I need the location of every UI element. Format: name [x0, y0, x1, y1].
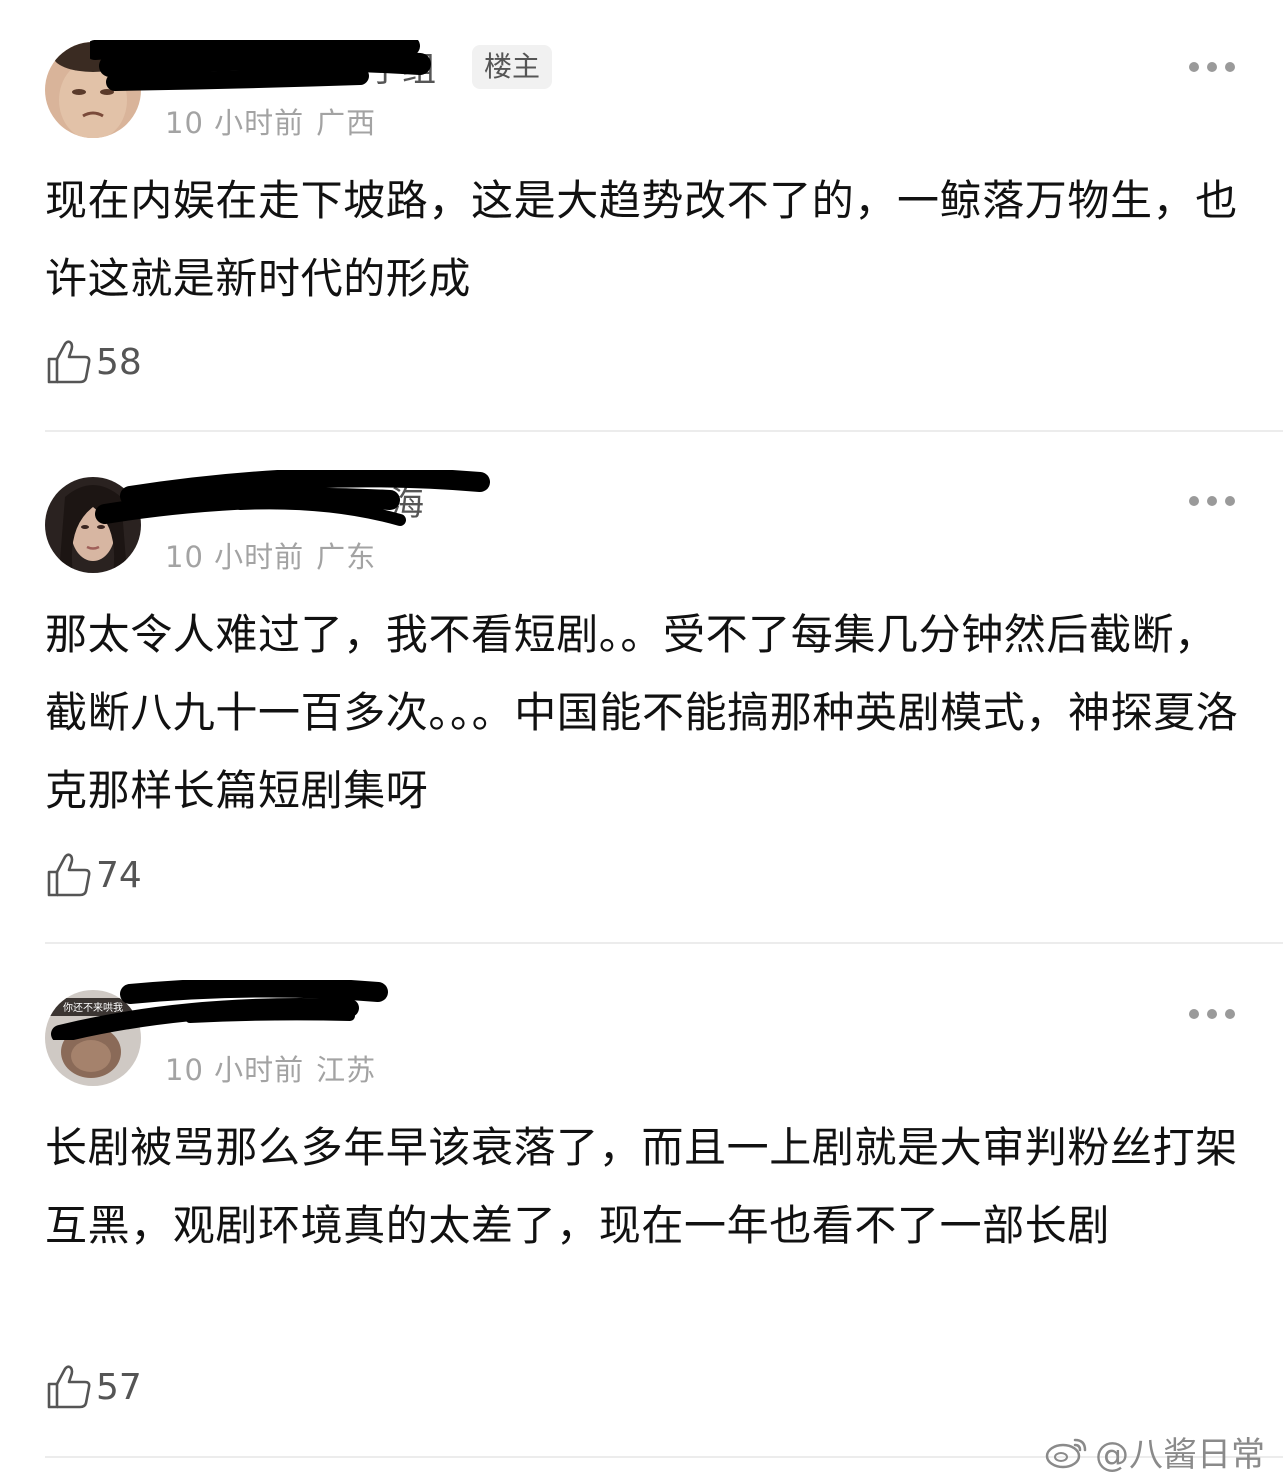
- redaction-scribble: [90, 40, 431, 91]
- like-button[interactable]: 74: [46, 850, 142, 900]
- comment-time: 10 小时前: [165, 1053, 305, 1087]
- like-count: 74: [96, 854, 142, 896]
- username-area[interactable]: 海: [90, 470, 490, 530]
- watermark-text: @八酱日常: [1095, 1435, 1265, 1475]
- watermark: @八酱日常: [1045, 1427, 1265, 1476]
- comment-meta: 10 小时前 江苏: [165, 1047, 376, 1089]
- comment-location: 广东: [316, 540, 377, 574]
- thumbs-up-icon: [47, 340, 91, 384]
- redaction-scribble: [95, 470, 490, 526]
- comment-location: 江苏: [316, 1053, 377, 1087]
- comment-meta: 10 小时前 广西: [165, 100, 376, 142]
- like-count: 57: [96, 1366, 142, 1408]
- more-dots-icon[interactable]: [1189, 494, 1235, 508]
- divider: [45, 942, 1283, 944]
- comment-time: 10 小时前: [165, 540, 305, 574]
- more-dots-icon[interactable]: [1189, 60, 1235, 74]
- thumbs-up-icon: [47, 853, 91, 897]
- more-dots-icon[interactable]: [1189, 1007, 1235, 1021]
- username-area[interactable]: 子组: [90, 40, 470, 100]
- comment-time: 10 小时前: [165, 106, 305, 140]
- op-badge: 楼主: [472, 45, 553, 89]
- comment-meta: 10 小时前 广东: [165, 534, 376, 576]
- comment-text: 现在内娱在走下坡路，这是大趋势改不了的，一鲸落万物生，也许这就是新时代的形成: [45, 176, 1238, 303]
- like-button[interactable]: 57: [46, 1362, 142, 1412]
- like-count: 58: [96, 341, 142, 383]
- divider: [45, 430, 1283, 432]
- weibo-logo-icon: [1045, 1438, 1087, 1468]
- redaction-scribble: [51, 980, 388, 1040]
- thumbs-up-icon: [47, 1365, 91, 1409]
- comment-location: 广西: [316, 106, 377, 140]
- username-area[interactable]: [50, 980, 390, 1040]
- comment-text: 长剧被骂那么多年早该衰落了，而且一上剧就是大审判粉丝打架互黑，观剧环境真的太差了…: [45, 1123, 1238, 1250]
- like-button[interactable]: 58: [46, 337, 142, 387]
- comment-text: 那太令人难过了，我不看短剧。。受不了每集几分钟然后截断，截断八九十一百多次。。。…: [45, 610, 1239, 815]
